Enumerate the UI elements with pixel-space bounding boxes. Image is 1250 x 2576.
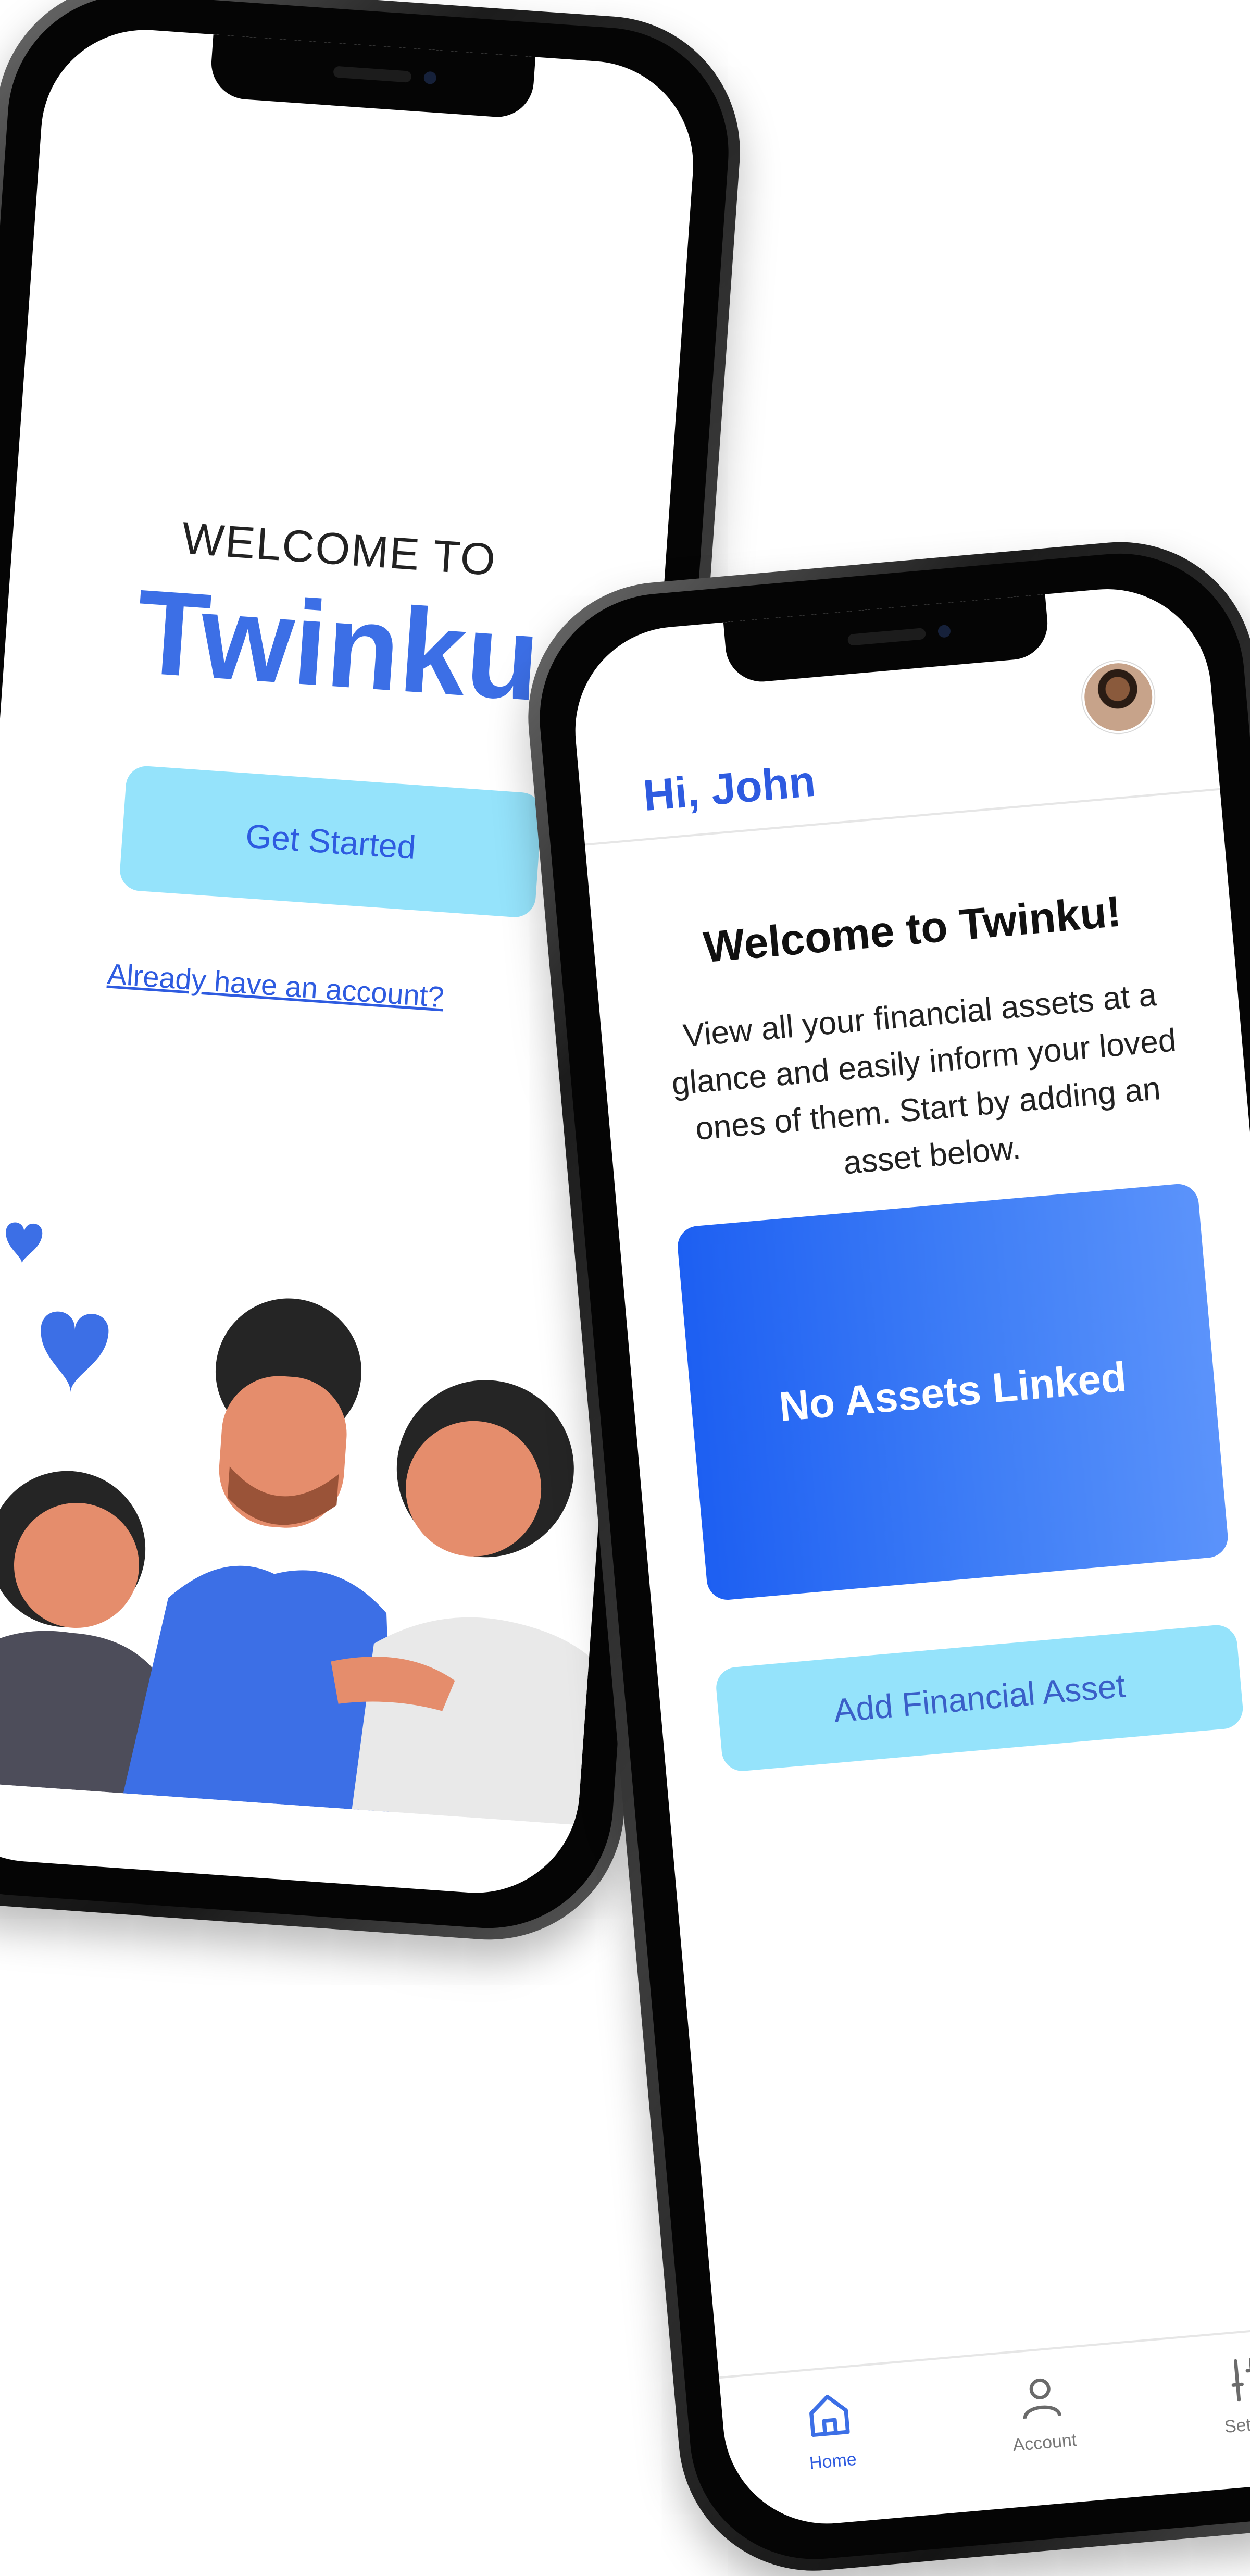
assets-card[interactable]: No Assets Linked [676, 1182, 1230, 1602]
family-illustration [0, 1222, 611, 1827]
brand-title: Twinku [132, 564, 544, 726]
speaker [333, 66, 412, 83]
home-screen: Hi, John Welcome to Twinku! View all you… [566, 580, 1250, 2533]
home-icon [809, 2394, 850, 2437]
home-phone-bezel: Hi, John Welcome to Twinku! View all you… [529, 543, 1250, 2570]
large-heart-icon [41, 1311, 109, 1393]
bottom-tab-bar: Home Account Settings [719, 2321, 1250, 2533]
person-icon [1023, 2378, 1061, 2419]
welcome-notch [209, 34, 536, 120]
tab-label: Account [1011, 2430, 1078, 2456]
tab-settings[interactable]: Settings [1172, 2346, 1250, 2442]
mother-body [352, 1617, 611, 1827]
avatar[interactable] [1079, 658, 1157, 736]
get-started-button[interactable]: Get Started [118, 765, 543, 919]
tab-home[interactable]: Home [749, 2383, 912, 2479]
tab-label: Home [808, 2449, 858, 2473]
tab-label: Settings [1223, 2411, 1250, 2437]
small-heart-icon [6, 1222, 43, 1264]
camera [938, 624, 952, 638]
sliders-icon [1231, 2358, 1250, 2402]
mockup-stage: WELCOME TO Twinku Get Started Already ha… [0, 0, 1250, 2576]
add-financial-asset-button[interactable]: Add Financial Asset [714, 1623, 1245, 1773]
already-have-account-link[interactable]: Already have an account? [106, 956, 445, 1014]
home-phone: Hi, John Welcome to Twinku! View all you… [517, 530, 1250, 2576]
page-title: Welcome to Twinku! [701, 886, 1123, 972]
speaker [847, 627, 927, 646]
camera [423, 71, 437, 85]
page-description: View all your financial assets at a glan… [670, 977, 1178, 1181]
tab-account[interactable]: Account [960, 2365, 1123, 2460]
greeting: Hi, John [641, 756, 818, 820]
